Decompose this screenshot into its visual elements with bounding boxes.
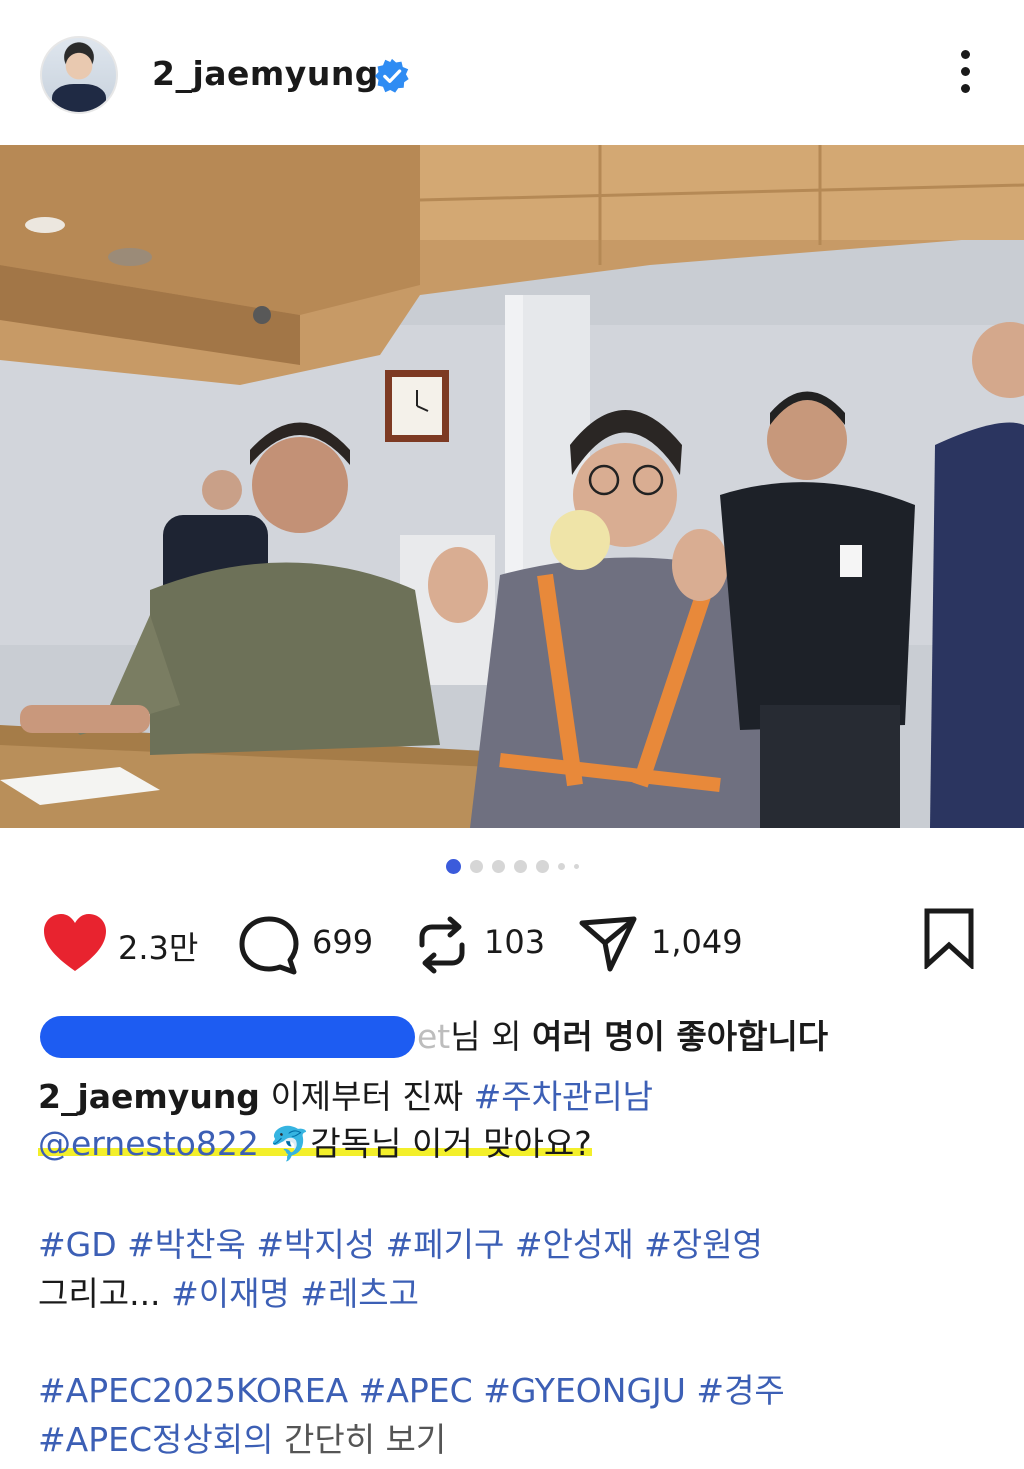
hashtag[interactable]: #GD <box>38 1225 117 1264</box>
hashtag[interactable]: #페기구 <box>386 1225 505 1264</box>
hashtag[interactable]: #이재명 <box>171 1274 290 1313</box>
like-count[interactable]: 2.3만 <box>118 923 198 969</box>
carousel-dot <box>513 859 527 873</box>
caption-line-6: #APEC정상회의 간단히 보기 <box>38 1416 998 1464</box>
hashtag[interactable]: #경주 <box>696 1371 784 1410</box>
carousel-dot <box>557 862 565 870</box>
dolphin-emoji: 🐬 <box>269 1124 311 1163</box>
caption-line-3: #GD #박찬욱 #박지성 #페기구 #안성재 #장원영 <box>38 1221 998 1269</box>
liked-by-suffix: 님 외 <box>450 1017 532 1056</box>
carousel-dot <box>535 859 549 873</box>
comment-icon[interactable] <box>238 915 300 975</box>
verified-badge-icon <box>374 58 409 93</box>
action-bar: 2.3만 699 103 1,049 <box>0 905 1024 980</box>
caption-text: 그리고... <box>38 1274 161 1313</box>
carousel-dot <box>491 859 505 873</box>
username[interactable]: 2_jaemyung <box>152 54 379 93</box>
caption-line-5: #APEC2025KOREA #APEC #GYEONGJU #경주 <box>38 1367 998 1415</box>
partial-name: et <box>417 1017 451 1056</box>
carousel-dot <box>573 863 579 869</box>
carousel-dot-active <box>445 858 461 874</box>
more-vertical-icon[interactable] <box>950 50 980 100</box>
share-count[interactable]: 1,049 <box>651 923 743 961</box>
profile-avatar[interactable] <box>40 36 118 114</box>
redacted-username <box>40 1015 415 1058</box>
see-more-link[interactable]: 간단히 보기 <box>284 1420 446 1459</box>
post-header: 2_jaemyung <box>0 0 1024 145</box>
hashtag[interactable]: #GYEONGJU <box>483 1371 686 1410</box>
carousel-dot <box>469 859 483 873</box>
caption-line-1: 2_jaemyung 이제부터 진짜 #주차관리남 <box>38 1073 998 1121</box>
liked-by-text[interactable]: et님 외 여러 명이 좋아합니다 <box>40 1010 828 1060</box>
comment-count[interactable]: 699 <box>312 923 373 961</box>
caption-text: 감독님 이거 맞아요? <box>310 1124 592 1163</box>
repost-icon[interactable] <box>414 915 470 975</box>
hashtag[interactable]: #APEC <box>359 1371 473 1410</box>
caption-text: 이제부터 진짜 <box>270 1077 464 1116</box>
liked-by-others: 여러 명이 좋아합니다 <box>531 1017 829 1056</box>
heart-icon[interactable] <box>42 913 108 973</box>
mention-link[interactable]: @ernesto822 <box>38 1124 259 1163</box>
caption-line-4: 그리고... #이재명 #레츠고 <box>38 1270 998 1318</box>
hashtag[interactable]: #주차관리남 <box>474 1077 653 1116</box>
highlighted-text: @ernesto822 🐬감독님 이거 맞아요? <box>38 1124 592 1163</box>
hashtag[interactable]: #레츠고 <box>300 1274 419 1313</box>
caption-username[interactable]: 2_jaemyung <box>38 1077 260 1116</box>
hashtag[interactable]: #APEC정상회의 <box>38 1420 273 1459</box>
hashtag[interactable]: #APEC2025KOREA <box>38 1371 348 1410</box>
carousel-indicator <box>0 858 1024 874</box>
repost-count[interactable]: 103 <box>484 923 545 961</box>
share-icon[interactable] <box>578 913 638 973</box>
post-photo[interactable] <box>0 145 1024 828</box>
hashtag[interactable]: #박찬욱 <box>127 1225 246 1264</box>
hashtag[interactable]: #장원영 <box>644 1225 763 1264</box>
hashtag[interactable]: #안성재 <box>515 1225 634 1264</box>
bookmark-icon[interactable] <box>922 907 976 969</box>
caption-line-2: @ernesto822 🐬감독님 이거 맞아요? <box>38 1120 998 1168</box>
hashtag[interactable]: #박지성 <box>256 1225 375 1264</box>
